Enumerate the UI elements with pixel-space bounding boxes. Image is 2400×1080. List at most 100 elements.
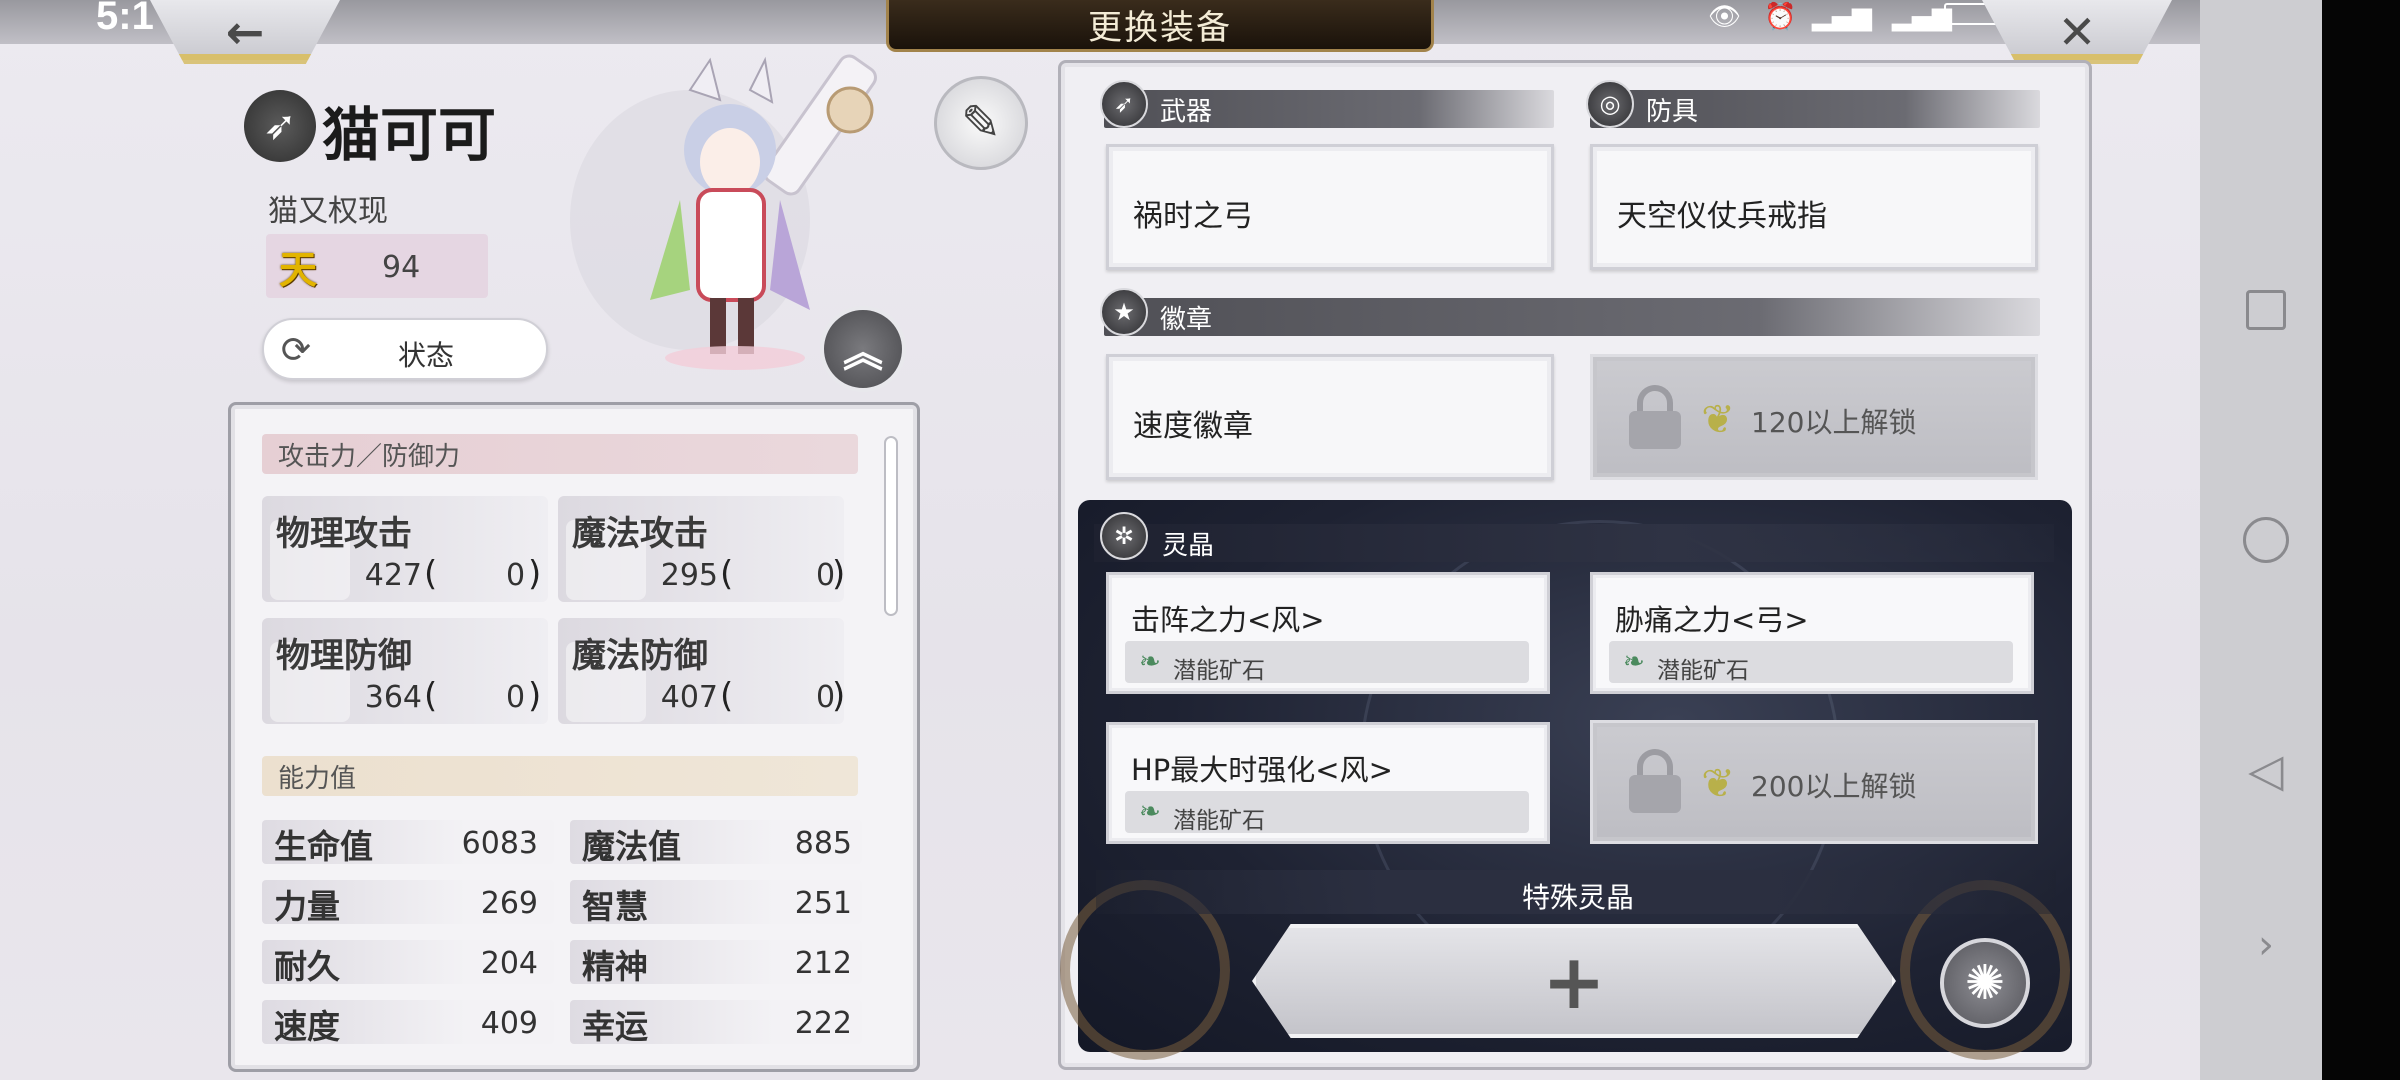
paren-close: ) <box>528 554 542 594</box>
nav-bar-edge <box>2322 0 2400 1080</box>
double-chevron-up-icon: ︽ <box>843 330 883 376</box>
stat-card-physical-attack: 物理攻击 427 ( 0 ) <box>262 496 548 602</box>
crystal-sub-bar: ❧ 潜能矿石 <box>1609 641 2013 684</box>
stats-scrollbar[interactable] <box>884 436 898 616</box>
stat-label: 物理攻击 <box>276 514 412 554</box>
stat-card-physical-defense: 物理防御 364 ( 0 ) <box>262 618 548 724</box>
crystal-slot-2[interactable]: 胁痛之力<弓> ❧ 潜能矿石 <box>1590 572 2034 694</box>
arrow-left-icon: ← <box>225 5 265 59</box>
ability-label: 耐久 <box>274 947 340 986</box>
weapon-header: 武器 <box>1104 90 1554 128</box>
signal-icon: ▂▄▆ <box>1812 2 1872 32</box>
ability-value: 885 <box>794 826 852 861</box>
crystal-slot-3[interactable]: HP最大时强化<风> ❧ 潜能矿石 <box>1106 722 1550 844</box>
ability-value: 222 <box>794 1006 852 1041</box>
bow-icon: ➶ <box>1100 80 1148 128</box>
ability-value: 269 <box>480 886 538 921</box>
eye-icon: 👁 <box>1708 2 1742 32</box>
stat-label: 物理防御 <box>276 636 412 676</box>
close-icon: ✕ <box>2057 5 2097 59</box>
close-button[interactable]: ✕ <box>1982 0 2172 64</box>
paren-close: ) <box>832 676 846 716</box>
ability-label: 智慧 <box>582 887 648 926</box>
ability-value: 212 <box>794 946 852 981</box>
unlock-requirement: 200以上解锁 <box>1751 770 1917 803</box>
stat-card-magic-attack: 魔法攻击 295 ( 0 ) <box>558 496 846 602</box>
character-title: 猫又权现 <box>268 194 388 229</box>
ability-row-wisdom: 智慧 251 <box>570 880 862 926</box>
ability-row-strength: 力量 269 <box>262 880 554 926</box>
stat-value: 364 <box>364 680 422 715</box>
crystal-sub-label: 潜能矿石 <box>1173 808 1265 834</box>
ability-value: 251 <box>794 886 852 921</box>
crystal-slot-1[interactable]: 击阵之力<风> ❧ 潜能矿石 <box>1106 572 1550 694</box>
unlock-requirement: 120以上解锁 <box>1751 406 1917 439</box>
ore-icon: ❧ <box>1623 647 1645 677</box>
crystal-header: 灵晶 <box>1094 524 2054 562</box>
crystal-wheel-icon: ✲ <box>1100 512 1148 560</box>
armor-slot[interactable]: 天空仪仗兵戒指 <box>1590 144 2038 270</box>
collapse-button[interactable]: ︽ <box>820 306 906 392</box>
circle-icon <box>2243 517 2289 563</box>
ability-label: 幸运 <box>582 1007 648 1046</box>
leaf-icon: ❦ <box>1701 397 1735 443</box>
ability-row-mp: 魔法值 885 <box>570 820 862 866</box>
paren-open: ( <box>720 676 734 716</box>
badge-header: 徽章 <box>1104 298 2040 336</box>
ability-label: 魔法值 <box>582 827 681 866</box>
triangle-left-icon: ◁ <box>2248 743 2284 797</box>
notepad-icon: ✎ <box>960 95 1002 151</box>
ability-label: 生命值 <box>274 827 373 866</box>
armor-header: 防具 <box>1590 90 2040 128</box>
crystal-name: 胁痛之力<弓> <box>1615 603 1809 637</box>
attack-defense-header: 攻击力／防御力 <box>262 434 858 474</box>
badge-slot[interactable]: 速度徽章 <box>1106 354 1554 480</box>
locked-crystal-slot[interactable]: ❦ 200以上解锁 <box>1590 720 2038 844</box>
lock-icon <box>1629 385 1681 449</box>
signal-icon-2: ▂▄▆ <box>1892 2 1952 32</box>
stat-bonus: 0 <box>506 558 526 593</box>
recent-apps-button[interactable] <box>2236 280 2296 340</box>
crystal-sub-label: 潜能矿石 <box>1657 658 1749 684</box>
weapon-slot[interactable]: 祸时之弓 <box>1106 144 1554 270</box>
ability-label: 力量 <box>274 887 340 926</box>
paren-open: ( <box>424 676 438 716</box>
ore-icon: ❧ <box>1139 647 1161 677</box>
status-button-label: 状态 <box>398 339 455 372</box>
paren-open: ( <box>424 554 438 594</box>
stat-value: 295 <box>660 558 718 593</box>
ability-label: 速度 <box>274 1007 340 1046</box>
square-icon <box>2246 290 2286 330</box>
crystal-sub-bar: ❧ 潜能矿石 <box>1125 641 1529 684</box>
ability-row-luck: 幸运 222 <box>570 1000 862 1046</box>
crystal-sub-bar: ❧ 潜能矿石 <box>1125 791 1529 834</box>
ability-value: 204 <box>480 946 538 981</box>
crystal-name: HP最大时强化<风> <box>1131 753 1393 787</box>
ability-label: 精神 <box>582 947 648 986</box>
add-special-crystal-button[interactable]: + <box>1252 924 1896 1038</box>
stat-bonus: 0 <box>506 680 526 715</box>
ability-row-endurance: 耐久 204 <box>262 940 554 986</box>
system-back-button[interactable]: ◁ <box>2236 740 2296 800</box>
ability-row-hp: 生命值 6083 <box>262 820 554 866</box>
nav-expand-button[interactable]: › <box>2236 915 2296 975</box>
crystal-name: 击阵之力<风> <box>1131 603 1325 637</box>
back-button[interactable]: ← <box>150 0 340 64</box>
ability-row-speed: 速度 409 <box>262 1000 554 1046</box>
stat-label: 魔法防御 <box>572 636 708 676</box>
ring-icon: ◎ <box>1586 80 1634 128</box>
paren-close: ) <box>528 676 542 716</box>
notes-button[interactable]: ✎ <box>934 76 1028 170</box>
character-name: 猫可可 <box>322 101 497 169</box>
sparkle-button[interactable]: ✺ <box>1940 938 2030 1028</box>
sparkle-icon: ✺ <box>1964 955 2006 1011</box>
bow-class-icon: ➶ <box>244 90 316 162</box>
locked-badge-slot[interactable]: ❦ 120以上解锁 <box>1590 354 2038 480</box>
paren-open: ( <box>720 554 734 594</box>
home-button[interactable] <box>2236 510 2296 570</box>
refresh-icon: ⟳ <box>280 329 312 371</box>
ability-value: 6083 <box>461 826 538 861</box>
ability-value: 409 <box>480 1006 538 1041</box>
page-title: 更换装备 <box>886 0 1434 52</box>
paren-close: ) <box>832 554 846 594</box>
